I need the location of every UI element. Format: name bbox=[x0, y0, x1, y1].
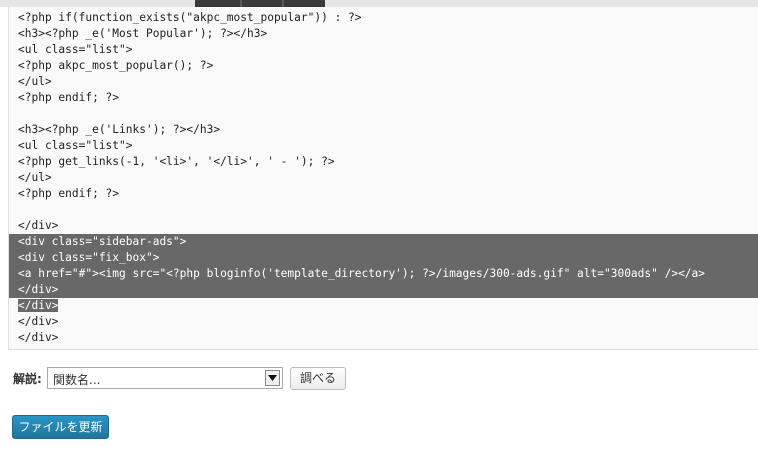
select-value: 関数名... bbox=[53, 373, 101, 387]
code-line[interactable]: <h3><?php _e('Most Popular'); ?></h3> bbox=[9, 26, 758, 42]
function-name-select[interactable]: 関数名... bbox=[47, 367, 283, 389]
code-line[interactable]: <?php endif; ?> bbox=[9, 186, 758, 202]
toolbar-separator bbox=[282, 0, 284, 7]
code-line[interactable]: <div class="fix_box"> bbox=[9, 250, 758, 266]
lookup-button[interactable]: 調べる bbox=[290, 367, 346, 390]
toolbar-separator bbox=[240, 0, 242, 7]
code-line[interactable]: </div> bbox=[9, 330, 758, 346]
code-line[interactable]: <ul class="list"> bbox=[9, 42, 758, 58]
code-line[interactable]: <ul class="list"> bbox=[9, 138, 758, 154]
code-line[interactable]: <a href="#"><img src="<?php bloginfo('te… bbox=[9, 266, 758, 282]
code-line[interactable] bbox=[9, 106, 758, 122]
code-line[interactable]: </div> bbox=[9, 314, 758, 330]
code-line[interactable]: </ul> bbox=[9, 170, 758, 186]
code-content[interactable]: <?php if(function_exists("akpc_most_popu… bbox=[9, 10, 758, 346]
code-line[interactable]: <h3><?php _e('Links'); ?></h3> bbox=[9, 122, 758, 138]
code-line[interactable]: <div class="sidebar-ads"> bbox=[9, 234, 758, 250]
documentation-label: 解説: bbox=[13, 372, 42, 386]
code-line[interactable]: </div> bbox=[9, 298, 758, 314]
top-toolbar-strip bbox=[0, 0, 758, 7]
code-line[interactable]: <?php get_links(-1, '<li>', '</li>', ' -… bbox=[9, 154, 758, 170]
selected-text: </div> bbox=[18, 299, 59, 312]
code-line[interactable]: <?php if(function_exists("akpc_most_popu… bbox=[9, 10, 758, 26]
toolbar-tabs bbox=[195, 0, 325, 7]
chevron-down-icon bbox=[268, 375, 277, 381]
code-line[interactable]: <?php endif; ?> bbox=[9, 90, 758, 106]
code-line[interactable]: </ul> bbox=[9, 74, 758, 90]
code-editor[interactable]: <?php if(function_exists("akpc_most_popu… bbox=[8, 7, 758, 350]
code-line[interactable]: <?php akpc_most_popular(); ?> bbox=[9, 58, 758, 74]
code-line[interactable]: </div> bbox=[9, 218, 758, 234]
code-line[interactable]: </div> bbox=[9, 282, 758, 298]
update-file-button[interactable]: ファイルを更新 bbox=[12, 415, 109, 439]
dropdown-arrow-button[interactable] bbox=[265, 370, 280, 386]
code-line[interactable] bbox=[9, 202, 758, 218]
